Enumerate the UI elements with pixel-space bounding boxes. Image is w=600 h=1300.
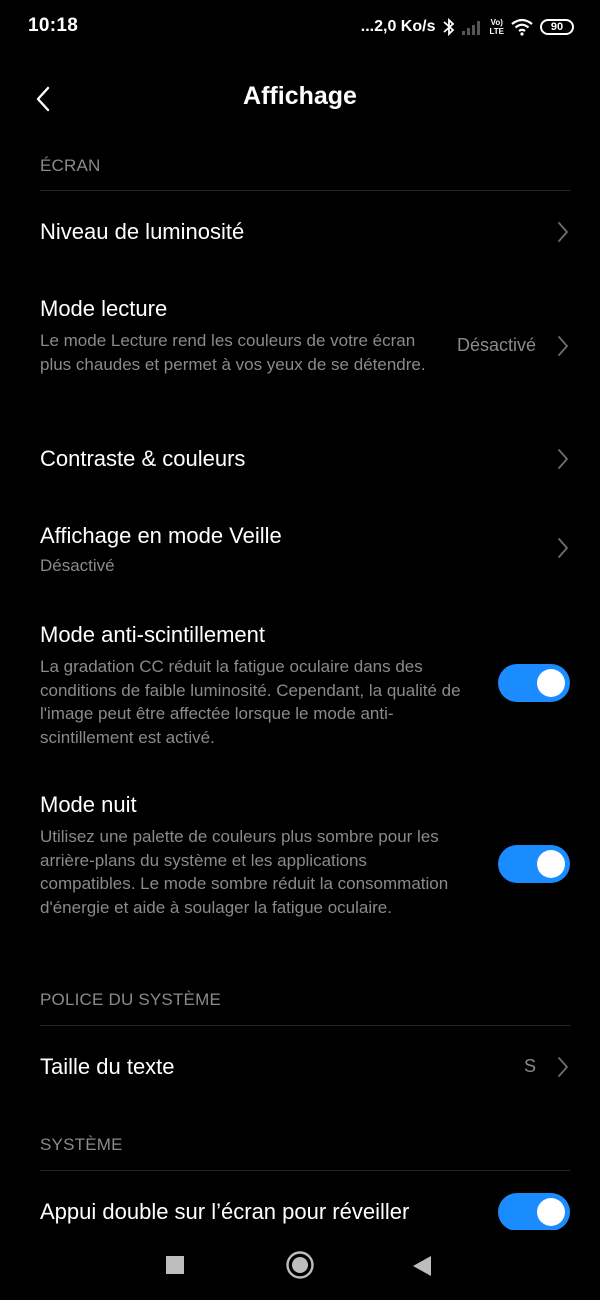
lte-bottom: LTE <box>489 27 504 36</box>
dark-mode-toggle[interactable] <box>498 845 570 883</box>
divider <box>40 190 570 191</box>
section-header-font: POLICE DU SYSTÈME <box>40 990 221 1009</box>
back-nav-icon[interactable] <box>412 1255 432 1277</box>
toggle-knob <box>537 850 565 878</box>
setting-anti-flicker: Mode anti-scintillement La gradation CC … <box>40 621 570 751</box>
chevron-right-icon <box>558 1057 568 1077</box>
setting-value: S <box>523 1056 536 1076</box>
setting-description: Utilisez une palette de couleurs plus so… <box>40 827 449 917</box>
battery-level: 90 <box>550 21 564 33</box>
setting-dark-mode: Mode nuit Utilisez une palette de couleu… <box>40 791 570 941</box>
setting-title: Contraste & couleurs <box>40 446 246 471</box>
toggle-knob <box>537 669 565 697</box>
lte-top: Vo) <box>490 18 503 27</box>
status-time: 10:18 <box>28 15 79 36</box>
setting-brightness[interactable]: Niveau de luminosité <box>40 218 570 248</box>
status-icons: ...2,0 Ko/s Vo) LTE 90 <box>361 15 574 39</box>
divider <box>40 1170 570 1171</box>
header: Affichage <box>0 70 600 126</box>
battery-icon: 90 <box>540 19 574 35</box>
bluetooth-icon <box>443 17 455 37</box>
home-icon[interactable] <box>285 1250 315 1280</box>
setting-title: Mode lecture <box>40 296 168 321</box>
divider <box>40 1025 570 1026</box>
signal-icon <box>462 21 481 35</box>
setting-reading-mode[interactable]: Mode lecture Le mode Lecture rend les co… <box>40 295 570 405</box>
chevron-right-icon <box>558 538 568 558</box>
chevron-right-icon <box>558 222 568 242</box>
setting-title: Niveau de luminosité <box>40 219 245 244</box>
chevron-right-icon <box>558 336 568 356</box>
wifi-icon <box>511 18 533 36</box>
chevron-right-icon <box>558 449 568 469</box>
setting-title: Taille du texte <box>40 1054 175 1079</box>
section-header-ecran: ÉCRAN <box>40 156 101 175</box>
recents-icon[interactable] <box>166 1256 184 1274</box>
setting-double-tap-wake: Appui double sur l’écran pour réveiller <box>40 1193 570 1234</box>
setting-description: Le mode Lecture rend les couleurs de vot… <box>40 331 426 374</box>
section-header-system: SYSTÈME <box>40 1135 123 1154</box>
anti-flicker-toggle[interactable] <box>498 664 570 702</box>
setting-description: Désactivé <box>40 556 115 575</box>
navigation-bar <box>0 1230 600 1300</box>
page-title: Affichage <box>243 82 357 110</box>
setting-description: La gradation CC réduit la fatigue oculai… <box>40 657 461 747</box>
setting-text-size[interactable]: Taille du texte S <box>40 1053 570 1083</box>
setting-value: Désactivé <box>456 335 536 355</box>
status-bar: 10:18 ...2,0 Ko/s Vo) LTE 90 <box>0 0 600 56</box>
double-tap-toggle[interactable] <box>498 1193 570 1231</box>
setting-title: Mode anti-scintillement <box>40 622 265 647</box>
setting-title: Affichage en mode Veille <box>40 523 282 548</box>
setting-ambient-display[interactable]: Affichage en mode Veille Désactivé <box>40 522 570 582</box>
setting-title: Mode nuit <box>40 792 137 817</box>
setting-contrast-colors[interactable]: Contraste & couleurs <box>40 445 570 475</box>
toggle-knob <box>537 1198 565 1226</box>
lte-icon: Vo) LTE <box>489 18 504 36</box>
setting-title: Appui double sur l’écran pour réveiller <box>40 1199 410 1224</box>
net-speed: ...2,0 Ko/s <box>360 18 436 35</box>
